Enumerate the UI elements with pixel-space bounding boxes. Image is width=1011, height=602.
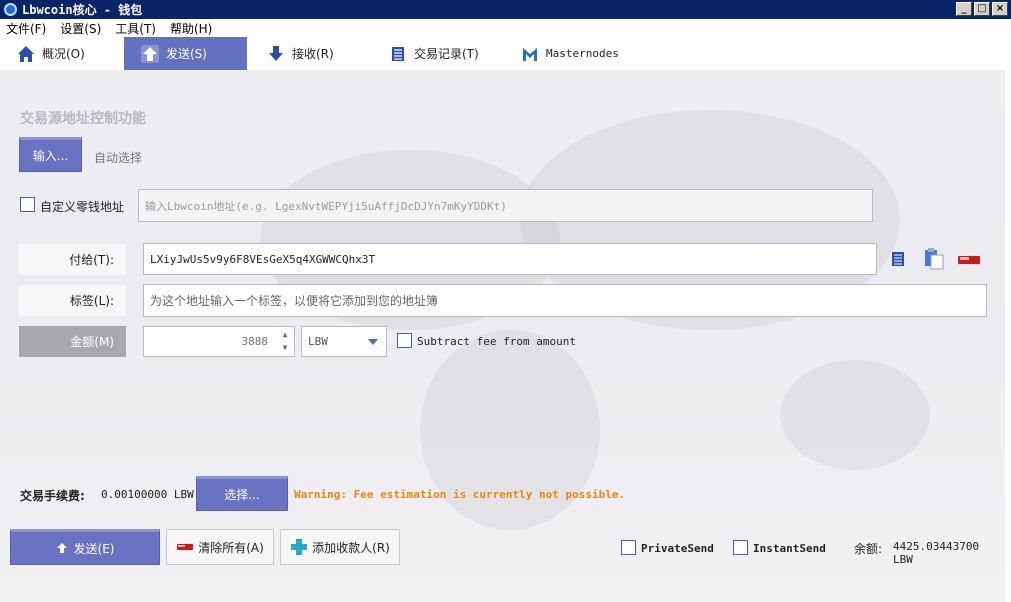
delete-icon xyxy=(176,542,194,552)
add-recipient-button[interactable]: 添加收款人(R) xyxy=(280,529,400,565)
paste-icon[interactable] xyxy=(922,247,946,274)
address-book-icon[interactable] xyxy=(891,251,905,270)
inputs-button[interactable]: 输入... xyxy=(19,137,82,172)
send-icon xyxy=(140,44,160,64)
map-background xyxy=(780,360,930,470)
tab-overview[interactable]: 概况(O) xyxy=(16,37,116,70)
send-icon xyxy=(56,542,68,554)
tab-transactions[interactable]: 交易记录(T) xyxy=(388,37,498,70)
receive-icon xyxy=(266,44,286,64)
menu-help[interactable]: 帮助(H) xyxy=(170,20,212,37)
amount-label: 金额(M) xyxy=(19,326,126,357)
window-title: Lbwcoin核心 - 钱包 xyxy=(22,3,143,17)
fee-value: 0.00100000 LBW xyxy=(101,488,194,501)
instant-send-checkbox[interactable] xyxy=(733,540,748,555)
pay-to-label: 付给(T): xyxy=(19,244,126,275)
tab-masternodes[interactable]: Masternodes xyxy=(520,37,630,70)
masternodes-icon xyxy=(520,44,540,64)
fee-warning: Warning: Fee estimation is currently not… xyxy=(294,488,626,501)
chevron-down-icon xyxy=(368,339,378,345)
menu-tools[interactable]: 工具(T) xyxy=(115,20,156,37)
send-page: 交易源地址控制功能 输入... 自动选择 自定义零钱地址 输入Lbwcoin地址… xyxy=(0,70,1005,602)
delete-icon[interactable] xyxy=(957,254,981,269)
toolbar: 概况(O) 发送(S) 接收(R) 交易记录(T) Masternodes xyxy=(0,37,1005,70)
pay-to-input[interactable]: LXiyJwUs5v9y6F8VEsGeX5q4XGWWCQhx3T xyxy=(143,243,877,275)
coin-control-title: 交易源地址控制功能 xyxy=(20,111,146,127)
instant-send-label: InstantSend xyxy=(753,542,826,555)
balance-value: 4425.03443700 LBW xyxy=(893,540,980,566)
send-button[interactable]: 发送(E) xyxy=(10,529,160,565)
unit-value: LBW xyxy=(308,335,328,348)
balance-label: 余额: xyxy=(854,542,883,556)
unit-select[interactable]: LBW xyxy=(301,326,387,357)
clear-all-button[interactable]: 清除所有(A) xyxy=(166,529,274,565)
close-button[interactable]: × xyxy=(992,2,1008,16)
menu-bar: 文件(F) 设置(S) 工具(T) 帮助(H) xyxy=(0,19,1011,37)
transactions-icon xyxy=(388,44,408,64)
tab-label: 交易记录(T) xyxy=(414,47,479,61)
send-button-label: 发送(E) xyxy=(73,541,115,556)
home-icon xyxy=(16,44,36,64)
spin-up-icon[interactable]: ▲ xyxy=(283,330,288,339)
tab-label: 接收(R) xyxy=(292,47,334,61)
label-label: 标签(L): xyxy=(19,285,126,316)
app-logo-icon xyxy=(4,3,17,16)
tab-send[interactable]: 发送(S) xyxy=(124,37,247,70)
clear-all-label: 清除所有(A) xyxy=(198,540,264,555)
amount-spinbox[interactable]: 3888 ▲ ▼ xyxy=(143,326,295,357)
choose-fee-button[interactable]: 选择... xyxy=(196,476,288,511)
tab-label: 概况(O) xyxy=(42,47,85,61)
subtract-fee-label: Subtract fee from amount xyxy=(417,335,576,348)
custom-change-checkbox[interactable] xyxy=(20,197,35,212)
subtract-fee-checkbox[interactable] xyxy=(397,333,412,348)
custom-change-label: 自定义零钱地址 xyxy=(40,200,125,214)
fee-label: 交易手续费: xyxy=(20,489,85,503)
auto-select-text: 自动选择 xyxy=(94,151,143,165)
amount-value: 3888 xyxy=(241,335,269,348)
change-address-input[interactable]: 输入Lbwcoin地址(e.g. LgexNvtWEPYji5uAffjDcDJ… xyxy=(138,189,873,222)
menu-settings[interactable]: 设置(S) xyxy=(60,20,101,37)
minimize-button[interactable]: _ xyxy=(956,2,972,16)
add-recipient-label: 添加收款人(R) xyxy=(312,540,390,555)
private-send-checkbox[interactable] xyxy=(621,540,636,555)
scrollbar[interactable] xyxy=(1005,37,1011,602)
spin-down-icon[interactable]: ▼ xyxy=(283,343,288,352)
tab-receive[interactable]: 接收(R) xyxy=(266,37,366,70)
menu-file[interactable]: 文件(F) xyxy=(6,20,46,37)
tab-label: 发送(S) xyxy=(166,47,207,61)
private-send-label: PrivateSend xyxy=(641,542,714,555)
tab-label: Masternodes xyxy=(546,47,619,60)
title-bar: Lbwcoin核心 - 钱包 _ □ × xyxy=(0,0,1011,19)
plus-icon xyxy=(290,538,308,556)
label-input[interactable]: 为这个地址输入一个标签，以便将它添加到您的地址簿 xyxy=(143,284,987,317)
maximize-button[interactable]: □ xyxy=(974,2,990,16)
